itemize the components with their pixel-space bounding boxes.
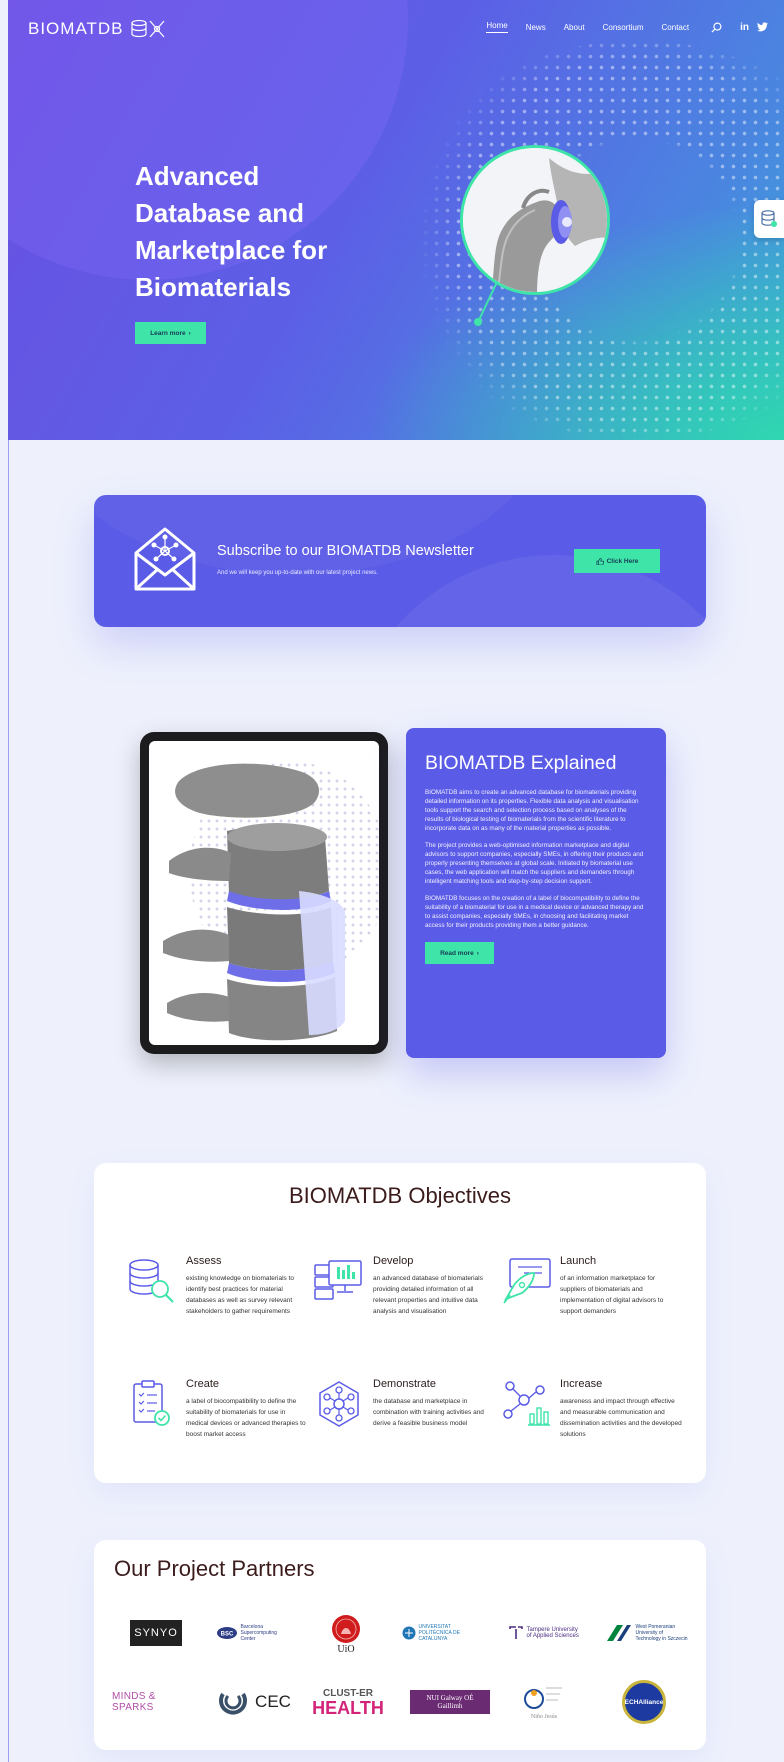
- partner-logo-text: NUI Galway OÉ Gaillimh: [426, 1694, 474, 1710]
- partner-logo-text: MINDS & SPARKS: [112, 1691, 156, 1713]
- svg-text:BSC: BSC: [220, 1632, 233, 1638]
- newsletter-title: Subscribe to our BIOMATDB Newsletter: [217, 543, 474, 559]
- upv-logo-icon: [402, 1626, 415, 1640]
- spine-illustration: [163, 763, 345, 1041]
- tablet-screen: [149, 741, 379, 1045]
- explained-paragraph: The project provides a web-optimised inf…: [425, 842, 644, 885]
- objective-text: existing knowledge on biomaterials to id…: [186, 1275, 295, 1315]
- hero-hip-implant-image: [460, 145, 610, 295]
- objectives-section: BIOMATDB Objectives Assess existing know…: [94, 1163, 706, 1483]
- partner-logo-tamk[interactable]: Tampere University of Applied Sciences: [506, 1620, 586, 1646]
- explained-paragraph: BIOMATDB focuses on the creation of a la…: [425, 895, 644, 929]
- newsletter-banner: Subscribe to our BIOMATDB Newsletter And…: [94, 495, 706, 627]
- partner-logo-text: CEC: [255, 1692, 291, 1711]
- nino-jesus-logo-icon: [524, 1687, 562, 1709]
- nav-contact[interactable]: Contact: [662, 23, 690, 32]
- partner-logo-cec[interactable]: CEC: [216, 1685, 292, 1719]
- database-search-icon: [129, 1259, 174, 1303]
- hip-implant-illustration: [463, 148, 607, 292]
- partner-logo-text: SYNYO: [134, 1627, 178, 1639]
- hero-section: BIOMATDB Home News About Consortium Cont…: [8, 0, 784, 440]
- partner-logo-synyo[interactable]: SYNYO: [130, 1620, 182, 1646]
- partner-logo-text: HEALTH: [312, 1697, 384, 1718]
- main-nav: Home News About Consortium Contact in: [486, 21, 768, 33]
- newsletter-button-label: Click Here: [606, 557, 639, 565]
- partner-logo-echalliance[interactable]: ECHAlliance: [622, 1680, 666, 1724]
- learn-more-button[interactable]: Learn more ›: [135, 322, 206, 344]
- partner-logo-text: UNIVERSITAT POLITÈCNICA DE CATALUNYA: [418, 1624, 460, 1642]
- hero-title-line: Database and: [135, 198, 305, 228]
- tablet-image: [140, 732, 388, 1054]
- search-icon[interactable]: [711, 22, 722, 33]
- partner-logo-text: West Pomeranian University of Technology…: [635, 1624, 688, 1642]
- partners-section: Our Project Partners SYNYO BSC Barcelona…: [94, 1540, 706, 1750]
- partner-logo-clust-er-health[interactable]: CLUST-ER HEALTH: [312, 1680, 384, 1724]
- brand-name: BIOMATDB: [28, 19, 124, 38]
- objective-text: awareness and impact through effective a…: [560, 1398, 682, 1438]
- brand-logo[interactable]: BIOMATDB: [28, 18, 166, 40]
- partner-logo-minds-sparks[interactable]: MINDS & SPARKS: [112, 1690, 196, 1714]
- database-side-tab[interactable]: [754, 200, 784, 238]
- zut-logo-icon: [606, 1625, 631, 1641]
- twitter-icon[interactable]: [757, 22, 768, 32]
- objective-title: Increase: [560, 1378, 603, 1390]
- bsc-logo-icon: BSC: [216, 1627, 237, 1639]
- brand-logo-icon: [130, 19, 164, 38]
- partner-logo-text: ECHAlliance: [624, 1698, 664, 1706]
- network-hexagon-icon: [319, 1381, 359, 1427]
- chevron-right-icon: ›: [476, 949, 479, 957]
- partner-logo-text: Barcelona Supercomputing Center: [240, 1624, 277, 1642]
- explained-title: BIOMATDB Explained: [425, 752, 617, 774]
- newsletter-subtitle: And we will keep you up-to-date with our…: [217, 570, 378, 576]
- partner-logo-text: UiO: [337, 1643, 355, 1655]
- checklist-icon: [133, 1380, 170, 1426]
- read-more-label: Read more: [440, 949, 474, 957]
- hero-title: Advanced Database and Marketplace for Bi…: [135, 158, 375, 306]
- partner-logo-upv[interactable]: UNIVERSITAT POLITÈCNICA DE CATALUNYA: [400, 1622, 480, 1644]
- hero-pointer-line: [474, 281, 498, 326]
- partner-logo-zut[interactable]: West Pomeranian University of Technology…: [604, 1620, 688, 1646]
- database-icon: [761, 210, 777, 227]
- objective-item: Launch of an information marketplace for…: [503, 1255, 730, 1317]
- partner-logo-nui-galway[interactable]: NUI Galway OÉ Gaillimh: [410, 1690, 490, 1714]
- nav-consortium[interactable]: Consortium: [603, 23, 644, 32]
- objectives-title: BIOMATDB Objectives: [288, 1183, 512, 1208]
- explained-card: BIOMATDB Explained BIOMATDB aims to crea…: [406, 728, 666, 1058]
- molecule-chart-icon: [503, 1381, 550, 1426]
- nav-about[interactable]: About: [564, 23, 585, 32]
- objective-item: Increase awareness and impact through ef…: [503, 1378, 730, 1440]
- objective-title: Launch: [560, 1255, 597, 1267]
- hero-title-line: Biomaterials: [135, 272, 292, 302]
- rocket-screen-icon: [503, 1258, 551, 1304]
- partner-logo-uio[interactable]: UiO: [326, 1608, 366, 1660]
- envelope-icon: [134, 527, 196, 591]
- hero-title-line: Marketplace for: [135, 235, 328, 265]
- partner-logo-text: Niño Jesús: [530, 1714, 558, 1720]
- cec-logo-icon: [219, 1692, 247, 1715]
- objective-text: the database and marketplace in combinat…: [373, 1398, 484, 1427]
- read-more-button[interactable]: Read more ›: [425, 942, 494, 964]
- uio-seal-icon: [332, 1614, 360, 1643]
- partner-logo-hospital-nino-jesus[interactable]: Niño Jesús: [512, 1680, 576, 1724]
- newsletter-click-here-button[interactable]: Click Here: [574, 549, 660, 573]
- thumbs-up-icon: [596, 557, 604, 565]
- hero-title-line: Advanced: [135, 161, 260, 191]
- objective-text: of an information marketplace for suppli…: [560, 1275, 664, 1315]
- partner-logo-text: Tampere University of Applied Sciences: [526, 1627, 579, 1639]
- partner-logo-text: CLUST-ER: [323, 1687, 373, 1699]
- objective-text: a label of biocompatibility to define th…: [186, 1398, 306, 1438]
- partners-title: Our Project Partners: [114, 1556, 315, 1581]
- linkedin-icon[interactable]: in: [740, 22, 749, 33]
- tamk-logo-icon: [508, 1626, 523, 1639]
- learn-more-label: Learn more: [150, 329, 186, 337]
- server-monitor-icon: [314, 1260, 362, 1300]
- nav-news[interactable]: News: [526, 23, 546, 32]
- partner-logo-bsc[interactable]: BSC Barcelona Supercomputing Center: [214, 1622, 294, 1644]
- explained-paragraph: BIOMATDB aims to create an advanced data…: [425, 789, 639, 832]
- objective-text: an advanced database of biomaterials pro…: [373, 1275, 483, 1315]
- chevron-right-icon: ›: [188, 329, 191, 337]
- nav-home[interactable]: Home: [486, 21, 508, 33]
